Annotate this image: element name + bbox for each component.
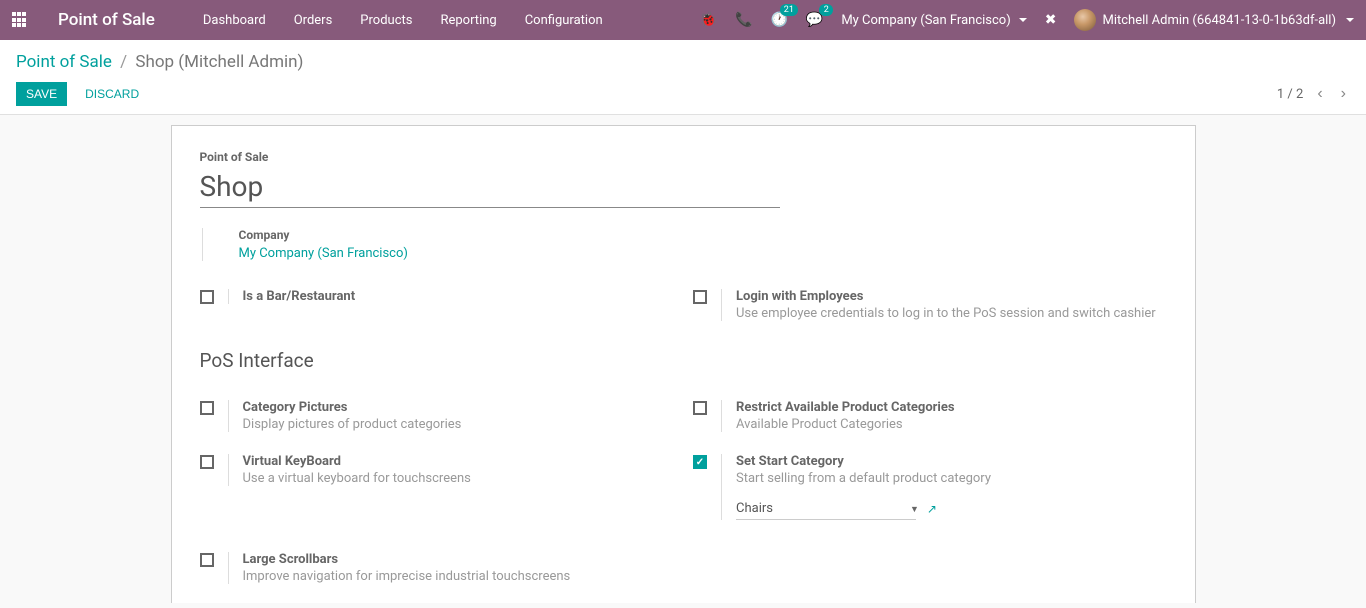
settings-col-left-3: Large Scrollbars Improve navigation for … — [200, 552, 674, 603]
restrict-categories-title: Restrict Available Product Categories — [736, 400, 1167, 415]
settings-row-1: Is a Bar/Restaurant Login with Employees… — [200, 289, 1167, 343]
settings-col-left-2: Category Pictures Display pictures of pr… — [200, 400, 674, 542]
nav-products[interactable]: Products — [356, 13, 416, 28]
pager-next[interactable]: › — [1337, 83, 1350, 105]
setting-login-employees: Login with Employees Use employee creden… — [693, 289, 1167, 321]
nav-dashboard[interactable]: Dashboard — [199, 13, 270, 28]
setting-large-scrollbars: Large Scrollbars Improve navigation for … — [200, 552, 674, 584]
breadcrumb-current: Shop (Mitchell Admin) — [135, 52, 303, 72]
restrict-categories-desc: Available Product Categories — [736, 417, 1167, 432]
chevron-down-icon[interactable]: ▼ — [910, 504, 919, 515]
nav-orders[interactable]: Orders — [290, 13, 337, 28]
user-name: Mitchell Admin (664841-13-0-1b63df-all) — [1102, 13, 1336, 28]
debug-icon[interactable]: 🐞 — [700, 12, 717, 28]
settings-row-3: Large Scrollbars Improve navigation for … — [200, 552, 1167, 603]
app-title[interactable]: Point of Sale — [58, 10, 155, 30]
company-selector[interactable]: My Company (San Francisco) — [841, 13, 1026, 28]
settings-col-right-2: Restrict Available Product Categories Av… — [693, 400, 1167, 542]
title-label: Point of Sale — [200, 150, 1167, 164]
activities-icon[interactable]: 🕐21 — [770, 12, 787, 28]
breadcrumb-root[interactable]: Point of Sale — [16, 52, 112, 72]
control-bar: Point of Sale / Shop (Mitchell Admin) SA… — [0, 40, 1366, 115]
settings-col-right-1: Login with Employees Use employee creden… — [693, 289, 1167, 343]
topbar-right: 🐞 📞 🕐21 💬2 My Company (San Francisco) ✖ … — [700, 9, 1354, 31]
phone-icon[interactable]: 📞 — [735, 12, 752, 28]
checkbox-bar-restaurant[interactable] — [200, 290, 214, 304]
start-category-dropdown-row: ▼ ↗ — [736, 498, 1167, 520]
nav-reporting[interactable]: Reporting — [436, 13, 500, 28]
form-sheet: Point of Sale Company My Company (San Fr… — [171, 125, 1196, 603]
checkbox-restrict-categories[interactable] — [693, 401, 707, 415]
messages-icon[interactable]: 💬2 — [806, 12, 823, 28]
checkbox-start-category[interactable] — [693, 455, 707, 469]
tools-icon[interactable]: ✖ — [1045, 12, 1057, 28]
heading-pos-interface: PoS Interface — [200, 349, 1167, 372]
external-link-icon[interactable]: ↗ — [927, 502, 937, 516]
pager-prev[interactable]: ‹ — [1313, 83, 1326, 105]
checkbox-virtual-keyboard[interactable] — [200, 455, 214, 469]
login-employees-desc: Use employee credentials to log in to th… — [736, 306, 1167, 321]
setting-category-pictures: Category Pictures Display pictures of pr… — [200, 400, 674, 432]
activities-badge: 21 — [780, 4, 798, 16]
start-category-input[interactable] — [736, 498, 916, 520]
save-button[interactable]: SAVE — [16, 82, 67, 106]
nav-configuration[interactable]: Configuration — [521, 13, 607, 28]
breadcrumb-separator: / — [120, 52, 127, 72]
category-pictures-desc: Display pictures of product categories — [243, 417, 674, 432]
start-category-desc: Start selling from a default product cat… — [736, 471, 1167, 486]
login-employees-title: Login with Employees — [736, 289, 1167, 304]
settings-col-left-1: Is a Bar/Restaurant — [200, 289, 674, 343]
start-category-title: Set Start Category — [736, 454, 1167, 469]
top-navbar: Point of Sale Dashboard Orders Products … — [0, 0, 1366, 40]
user-menu[interactable]: Mitchell Admin (664841-13-0-1b63df-all) — [1074, 9, 1354, 31]
company-link[interactable]: My Company (San Francisco) — [239, 246, 1167, 261]
settings-col-right-3 — [693, 552, 1167, 603]
checkbox-login-employees[interactable] — [693, 290, 707, 304]
button-row: SAVE DISCARD — [16, 82, 147, 106]
control-row: SAVE DISCARD 1 / 2 ‹ › — [16, 82, 1350, 106]
discard-button[interactable]: DISCARD — [77, 82, 147, 106]
pager-text: 1 / 2 — [1277, 87, 1303, 102]
company-block: Company My Company (San Francisco) — [202, 228, 1167, 261]
virtual-keyboard-title: Virtual KeyBoard — [243, 454, 674, 469]
large-scrollbars-desc: Improve navigation for imprecise industr… — [243, 569, 674, 584]
setting-virtual-keyboard: Virtual KeyBoard Use a virtual keyboard … — [200, 454, 674, 486]
topbar-left: Point of Sale Dashboard Orders Products … — [12, 10, 607, 30]
title-input[interactable] — [200, 168, 780, 208]
bar-restaurant-title: Is a Bar/Restaurant — [243, 289, 674, 304]
pager: 1 / 2 ‹ › — [1277, 83, 1350, 105]
avatar — [1074, 9, 1096, 31]
category-pictures-title: Category Pictures — [243, 400, 674, 415]
form-scroll-area[interactable]: Point of Sale Company My Company (San Fr… — [0, 115, 1366, 603]
settings-row-2: Category Pictures Display pictures of pr… — [200, 400, 1167, 542]
setting-restrict-categories: Restrict Available Product Categories Av… — [693, 400, 1167, 432]
company-label: Company — [239, 228, 1167, 242]
breadcrumb: Point of Sale / Shop (Mitchell Admin) — [16, 52, 1350, 72]
virtual-keyboard-desc: Use a virtual keyboard for touchscreens — [243, 471, 674, 486]
checkbox-category-pictures[interactable] — [200, 401, 214, 415]
setting-bar-restaurant: Is a Bar/Restaurant — [200, 289, 674, 304]
messages-badge: 2 — [819, 4, 833, 16]
checkbox-large-scrollbars[interactable] — [200, 553, 214, 567]
large-scrollbars-title: Large Scrollbars — [243, 552, 674, 567]
apps-icon[interactable] — [12, 12, 28, 28]
setting-start-category: Set Start Category Start selling from a … — [693, 454, 1167, 520]
